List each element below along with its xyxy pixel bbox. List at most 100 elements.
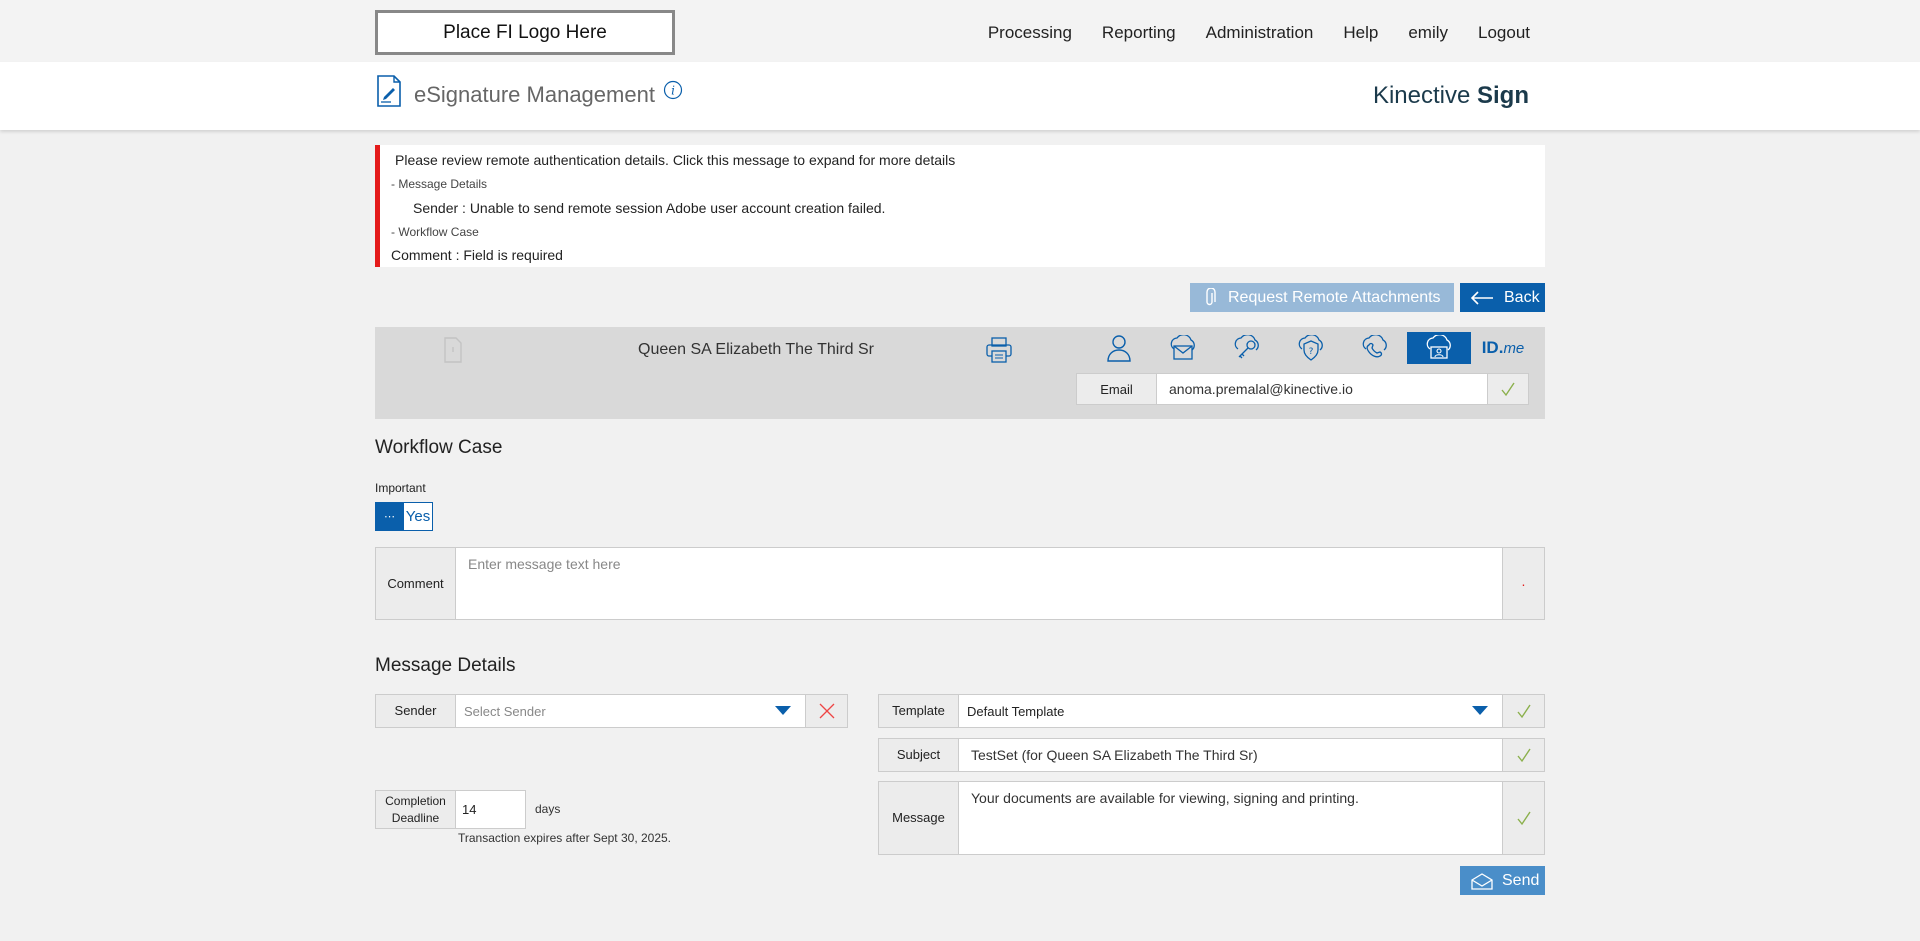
- auth-idme[interactable]: ID.me: [1471, 332, 1535, 364]
- email-field-row: Email anoma.premalal@kinective.io: [1076, 373, 1529, 405]
- template-field-row: Template Default Template: [878, 694, 1545, 728]
- top-nav: Processing Reporting Administration Help…: [988, 0, 1530, 66]
- comment-field-row: Comment Enter message text here ·: [375, 547, 1545, 620]
- subject-field-row: Subject TestSet (for Queen SA Elizabeth …: [878, 738, 1545, 772]
- subject-label: Subject: [879, 739, 959, 771]
- top-bar: Place FI Logo Here Processing Reporting …: [0, 0, 1920, 62]
- alert-sender-error: Sender : Unable to send remote session A…: [413, 200, 886, 216]
- checkmark-icon: [1516, 811, 1531, 826]
- auth-method-selector: ? ID.me: [1087, 332, 1535, 364]
- completion-deadline-input[interactable]: 14: [456, 791, 525, 828]
- nav-logout[interactable]: Logout: [1478, 23, 1530, 43]
- request-remote-attachments-label: Request Remote Attachments: [1228, 288, 1441, 306]
- nav-administration[interactable]: Administration: [1206, 23, 1314, 43]
- signer-name: Queen SA Elizabeth The Third Sr: [638, 341, 874, 358]
- completion-deadline-row: Completion Deadline 14: [375, 790, 526, 829]
- alert-group-workflow-case: - Workflow Case: [391, 225, 479, 239]
- deadline-label-line-1: Completion: [385, 794, 446, 809]
- fi-logo-placeholder: Place FI Logo Here: [375, 10, 675, 55]
- nav-processing[interactable]: Processing: [988, 23, 1072, 43]
- message-input[interactable]: Your documents are available for viewing…: [959, 782, 1502, 854]
- message-field-row: Message Your documents are available for…: [878, 781, 1545, 855]
- alert-summary[interactable]: Please review remote authentication deta…: [395, 152, 955, 168]
- sender-label: Sender: [376, 695, 456, 727]
- close-icon: [819, 703, 834, 719]
- nav-user[interactable]: emily: [1408, 23, 1448, 43]
- document-icon: [444, 337, 462, 363]
- auth-cloud-mail[interactable]: [1151, 332, 1215, 364]
- idme-text: ID.: [1481, 338, 1504, 357]
- idme-suffix: me: [1503, 340, 1525, 357]
- comment-input[interactable]: Enter message text here: [456, 548, 1502, 619]
- brand-bold: Sign: [1477, 82, 1529, 109]
- auth-cloud-id[interactable]: [1407, 332, 1471, 364]
- toggle-value: Yes: [404, 503, 432, 530]
- template-label: Template: [879, 695, 959, 727]
- auth-cloud-key[interactable]: [1215, 332, 1279, 364]
- alert-comment-error: Comment : Field is required: [391, 247, 563, 263]
- auth-person[interactable]: [1087, 332, 1151, 364]
- phone-icon: [1362, 335, 1387, 358]
- brand-logo: Kinective Sign: [1373, 82, 1529, 110]
- title-bar: eSignature Management i Kinective Sign: [0, 62, 1920, 130]
- template-select[interactable]: Default Template: [959, 695, 1502, 727]
- cloud-id-icon: [1426, 335, 1451, 359]
- important-label: Important: [375, 481, 426, 495]
- comment-required-indicator: ·: [1502, 548, 1544, 619]
- message-label: Message: [879, 782, 959, 854]
- info-icon[interactable]: i: [663, 80, 683, 100]
- page-title: eSignature Management: [414, 82, 655, 107]
- brand-light: Kinective: [1372, 82, 1471, 109]
- subject-valid-indicator: [1502, 739, 1544, 771]
- send-label: Send: [1502, 871, 1540, 889]
- required-dot: ·: [1521, 575, 1526, 592]
- back-button[interactable]: Back: [1460, 283, 1545, 312]
- esign-document-icon: [377, 75, 401, 107]
- validation-alert[interactable]: Please review remote authentication deta…: [375, 145, 1545, 267]
- nav-help[interactable]: Help: [1343, 23, 1378, 43]
- svg-text:i: i: [671, 84, 675, 98]
- template-valid-indicator: [1502, 695, 1544, 727]
- auth-phone[interactable]: [1343, 332, 1407, 364]
- sender-clear-button[interactable]: [806, 695, 847, 727]
- message-valid-indicator: [1502, 782, 1544, 854]
- checkmark-icon: [1501, 382, 1515, 397]
- sender-select[interactable]: Select Sender: [456, 695, 806, 727]
- request-remote-attachments-button[interactable]: Request Remote Attachments: [1190, 283, 1454, 312]
- shield-question-icon: ?: [1298, 335, 1323, 361]
- checkmark-icon: [1516, 704, 1531, 719]
- svg-text:?: ?: [1309, 347, 1314, 357]
- printer-icon[interactable]: [985, 336, 1013, 364]
- sender-field-row: Sender Select Sender: [375, 694, 848, 728]
- template-value: Default Template: [967, 703, 1065, 719]
- person-icon: [1107, 335, 1131, 362]
- toggle-knob: ⋯: [376, 503, 404, 530]
- comment-placeholder: Enter message text here: [468, 556, 621, 572]
- signer-panel: Queen SA Elizabeth The Third Sr ? ID.me …: [375, 327, 1545, 419]
- cloud-mail-icon: [1170, 335, 1195, 360]
- sender-placeholder: Select Sender: [464, 703, 546, 719]
- email-valid-indicator: [1488, 374, 1528, 404]
- idme-icon: ID.me: [1482, 338, 1525, 358]
- message-details-heading: Message Details: [375, 655, 516, 676]
- email-field[interactable]: anoma.premalal@kinective.io: [1157, 374, 1488, 404]
- important-toggle[interactable]: ⋯ Yes: [375, 502, 433, 531]
- alert-group-message-details: - Message Details: [391, 177, 488, 191]
- nav-reporting[interactable]: Reporting: [1102, 23, 1176, 43]
- subject-input[interactable]: TestSet (for Queen SA Elizabeth The Thir…: [959, 739, 1502, 771]
- chevron-down-icon: [1472, 706, 1488, 715]
- arrow-left-icon: [1470, 290, 1493, 305]
- days-unit-label: days: [535, 802, 561, 816]
- chevron-down-icon: [775, 706, 791, 715]
- back-label: Back: [1504, 288, 1540, 306]
- completion-deadline-label: Completion Deadline: [376, 791, 456, 828]
- comment-label: Comment: [376, 548, 456, 619]
- checkmark-icon: [1516, 748, 1531, 763]
- transaction-expiry-note: Transaction expires after Sept 30, 2025.: [458, 831, 672, 845]
- paperclip-icon: [1206, 287, 1216, 305]
- send-mail-icon: [1471, 872, 1493, 890]
- send-button[interactable]: Send: [1460, 866, 1545, 895]
- workflow-case-heading: Workflow Case: [375, 437, 503, 458]
- auth-shield-question[interactable]: ?: [1279, 332, 1343, 364]
- cloud-key-icon: [1234, 335, 1259, 359]
